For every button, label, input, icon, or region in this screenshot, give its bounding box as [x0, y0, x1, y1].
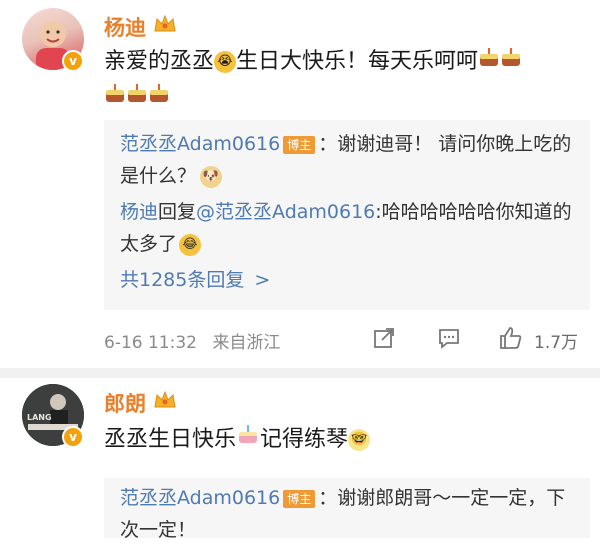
more-replies-label: 共1285条回复: [120, 269, 245, 291]
username[interactable]: 郎朗: [104, 388, 146, 418]
comment-text: 丞丞生日快乐 记得练琴 🤓: [104, 422, 584, 458]
reply-author[interactable]: 范丞丞Adam0616: [120, 133, 280, 155]
reply-thread: 范丞丞Adam0616 博主 ：谢谢郎朗哥～一定一定，下次一定！: [104, 478, 590, 541]
comment-icon[interactable]: [437, 326, 461, 350]
verified-badge-icon: v: [62, 426, 84, 448]
crown-icon: [154, 14, 176, 32]
owner-badge: 博主: [283, 135, 316, 154]
chevron-right-icon: >: [254, 269, 271, 291]
timestamp: 6-16 11:32: [104, 333, 197, 353]
share-icon[interactable]: [372, 326, 396, 350]
comment-divider: [0, 368, 600, 378]
reply-1: 范丞丞Adam0616 博主 ：谢谢迪哥！ 请问你晚上吃的是什么？ 🐶: [120, 128, 580, 192]
comment-text-part: 生日大快乐！每天乐呵呵: [236, 49, 479, 74]
reply-author[interactable]: 杨迪: [120, 201, 158, 223]
reply-mention[interactable]: @范丞丞Adam0616: [196, 201, 375, 223]
cake-emoji: [148, 80, 170, 116]
comment-2: LANG v 郎朗 丞丞生日快乐 记得练琴 🤓 范丞丞Adam0616 博主 ：谢谢郎朗…: [0, 378, 600, 541]
location: 来自浙江: [212, 333, 281, 353]
more-replies-link[interactable]: 共1285条回复 >: [120, 264, 580, 296]
svg-text:LANG: LANG: [27, 413, 52, 422]
owner-badge: 博主: [283, 489, 316, 508]
laugh-cry-emoji: 😂: [179, 233, 202, 256]
cake-emoji: [478, 44, 500, 80]
reply-word: 回复: [158, 201, 197, 223]
comment-1: v 杨迪 亲爱的丞丞 😭 生日大快乐！每天乐呵呵 范丞丞Adam0616 博主 ：谢谢迪…: [0, 0, 600, 370]
comment-text-part: 记得练琴: [260, 427, 349, 452]
cake-emoji: [500, 44, 522, 80]
username[interactable]: 杨迪: [104, 12, 146, 42]
reply-thread: 范丞丞Adam0616 博主 ：谢谢迪哥！ 请问你晚上吃的是什么？ 🐶 杨迪回复@范丞…: [104, 120, 590, 310]
reply-2: 杨迪回复@范丞丞Adam0616:哈哈哈哈哈哈你知道的太多了 😂: [120, 196, 580, 260]
birthday-cake-emoji: [236, 422, 260, 458]
crown-icon: [154, 390, 176, 408]
comment-text: 亲爱的丞丞 😭 生日大快乐！每天乐呵呵: [104, 44, 584, 116]
doge-emoji: 🐶: [200, 165, 223, 188]
cake-emoji: [126, 80, 148, 116]
comment-text-part: 亲爱的丞丞: [104, 49, 215, 74]
like-icon[interactable]: [498, 325, 524, 351]
like-count: 1.7万: [534, 333, 579, 353]
verified-badge-icon: v: [62, 50, 84, 72]
comment-text-part: 丞丞生日快乐: [104, 427, 237, 452]
reply-author[interactable]: 范丞丞Adam0616: [120, 487, 280, 509]
reply-1: 范丞丞Adam0616 博主 ：谢谢郎朗哥～一定一定，下次一定！: [120, 482, 580, 546]
cake-emoji: [104, 80, 126, 116]
glasses-emoji: 🤓: [348, 429, 371, 451]
cry-laugh-emoji: 😭: [214, 51, 237, 73]
comment-meta: 6-16 11:32 来自浙江: [104, 328, 280, 353]
